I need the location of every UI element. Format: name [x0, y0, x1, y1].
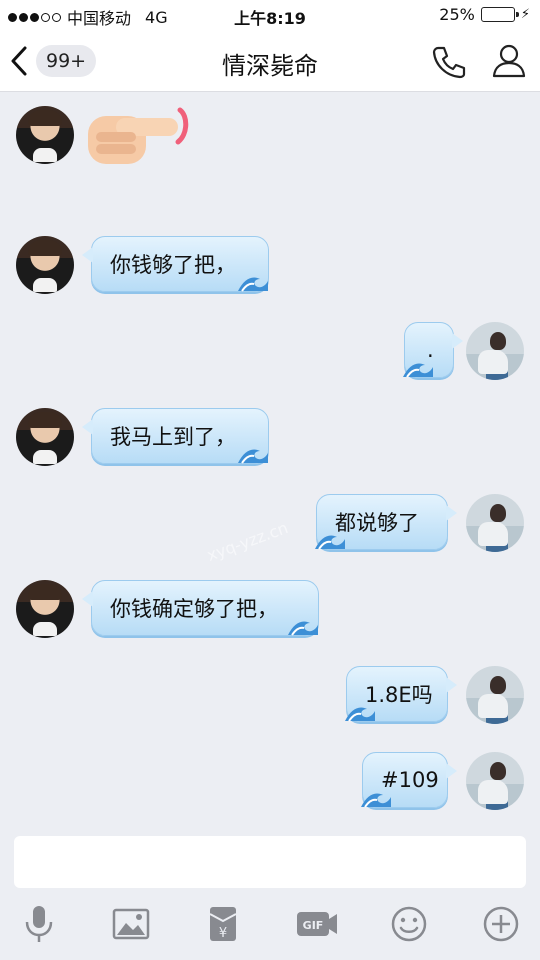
pointing-hand-emoji	[88, 107, 189, 164]
my-avatar[interactable]	[466, 494, 524, 552]
message-bubble-sent[interactable]: #109	[361, 752, 457, 808]
message-bubble-sent[interactable]: 都说够了	[315, 494, 457, 550]
message-bubble-received[interactable]: 我马上到了，	[82, 408, 269, 464]
wave-decoration-icon	[403, 363, 433, 378]
microphone-icon[interactable]	[19, 904, 59, 944]
my-avatar[interactable]	[466, 666, 524, 724]
message-input[interactable]	[14, 836, 526, 888]
message-text: 我马上到了，	[110, 425, 236, 449]
message-text: 你钱够了把，	[110, 253, 236, 277]
wave-decoration-icon	[315, 535, 345, 550]
contact-profile-icon[interactable]	[490, 42, 528, 80]
wave-decoration-icon	[345, 707, 375, 722]
wave-decoration-icon	[361, 793, 391, 808]
back-button[interactable]: 99+	[8, 42, 98, 80]
contact-avatar[interactable]	[16, 580, 74, 638]
contact-avatar[interactable]	[16, 408, 74, 466]
svg-text:¥: ¥	[219, 926, 227, 941]
svg-text:GIF: GIF	[303, 919, 324, 932]
message-text: 都说够了	[335, 511, 419, 535]
chevron-left-icon	[11, 46, 27, 76]
unread-count-badge: 99+	[36, 45, 97, 77]
wave-decoration-icon	[238, 449, 268, 464]
my-avatar[interactable]	[466, 322, 524, 380]
chat-message-list[interactable]: 你钱够了把， . 我马上到了， 都说够了 你钱确定够了把， 1.8E吗 #109…	[0, 92, 540, 824]
message-bubble-received[interactable]: 你钱确定够了把，	[82, 580, 319, 636]
contact-avatar[interactable]	[16, 236, 74, 294]
input-toolbar: ¥ GIF	[0, 904, 540, 948]
gif-icon[interactable]: GIF	[295, 904, 339, 944]
chat-header: 99+ 情深毙命	[0, 30, 540, 92]
emoji-icon[interactable]	[389, 904, 429, 944]
status-bar: 中国移动 4G 上午8:19 25% ⚡	[0, 0, 540, 30]
wave-decoration-icon	[238, 277, 268, 292]
watermark: xyq-yzz.cn	[204, 518, 291, 565]
image-icon[interactable]	[111, 904, 151, 944]
phone-icon[interactable]	[430, 44, 468, 80]
plus-icon[interactable]	[481, 904, 521, 944]
charging-icon: ⚡	[520, 7, 530, 22]
wave-decoration-icon	[288, 621, 318, 636]
battery-icon	[480, 7, 519, 22]
message-bubble-received[interactable]: 你钱够了把，	[82, 236, 269, 292]
status-right: 25% ⚡	[439, 5, 530, 24]
my-avatar[interactable]	[466, 752, 524, 810]
message-bubble-sent[interactable]: .	[403, 322, 463, 378]
message-text: 你钱确定够了把，	[110, 597, 278, 621]
input-area: ¥ GIF	[0, 824, 540, 960]
chat-title: 情深毙命	[222, 52, 318, 80]
contact-avatar[interactable]	[16, 106, 74, 164]
red-packet-icon[interactable]: ¥	[203, 904, 243, 944]
message-bubble-sent[interactable]: 1.8E吗	[345, 666, 457, 722]
battery-percent: 25%	[439, 5, 475, 24]
